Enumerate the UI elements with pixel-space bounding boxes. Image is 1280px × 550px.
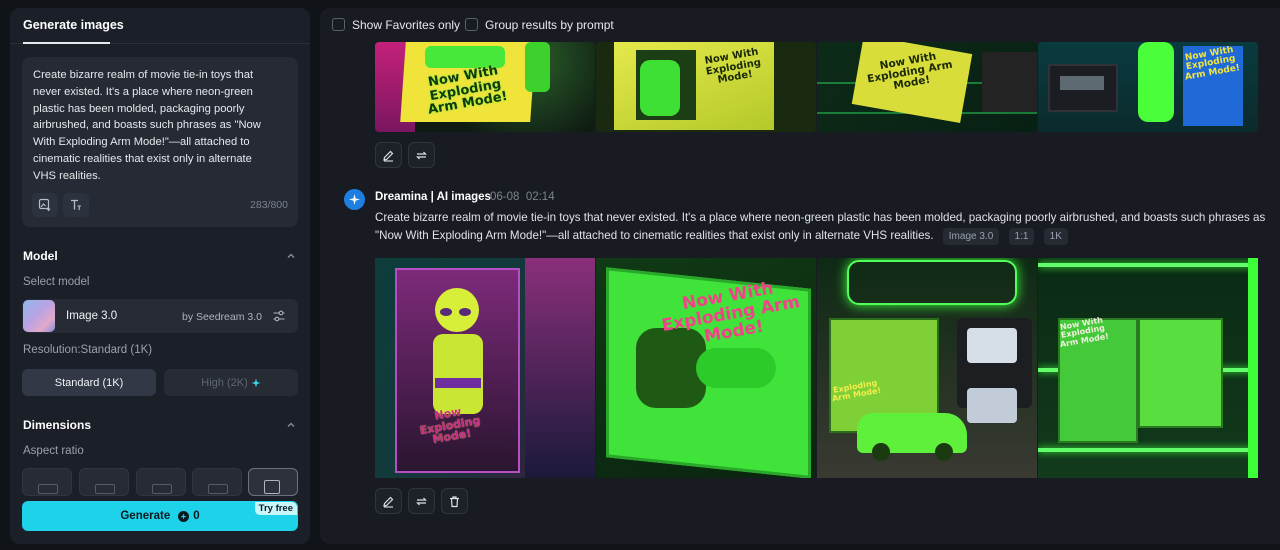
panel-tabbar: Generate images — [10, 8, 310, 44]
generated-image[interactable]: Now With Exploding Arm Mode! — [596, 258, 816, 478]
prompt-text[interactable]: Create bizarre realm of movie tie-in toy… — [33, 67, 273, 185]
sparkle-icon — [251, 378, 261, 387]
generated-image[interactable]: Now Exploding Mode! — [375, 258, 595, 478]
regenerate-icon — [416, 497, 427, 505]
model-tag: Image 3.0 — [942, 228, 1000, 245]
aspect-ratio-label: Aspect ratio — [23, 445, 84, 457]
model-name: Image 3.0 — [66, 310, 118, 322]
favorites-checkbox[interactable] — [332, 18, 345, 31]
resolution-tag: 1K — [1043, 228, 1068, 245]
text-style-button[interactable] — [63, 193, 89, 217]
resolution-standard-button[interactable]: Standard (1K) — [22, 369, 156, 396]
group-by-prompt-label[interactable]: Group results by prompt — [485, 18, 614, 32]
generation-date: 06-08 — [490, 191, 520, 203]
resolution-standard-label: Standard (1K) — [54, 376, 124, 389]
generate-label: Generate — [120, 510, 171, 522]
regenerate-button[interactable] — [408, 488, 435, 514]
text-icon — [71, 199, 81, 210]
results-panel: Show Favorites only Group results by pro… — [320, 8, 1280, 544]
generated-image[interactable]: Now With Exploding Arm Mode! — [375, 42, 595, 132]
resolution-high-label: High (2K) — [201, 376, 248, 389]
generated-image[interactable]: Now With Exploding Arm Mode! — [817, 42, 1037, 132]
regenerate-icon — [416, 151, 427, 159]
aspect-option[interactable] — [192, 468, 242, 496]
generated-image[interactable]: Exploding Arm Mode! — [817, 258, 1037, 478]
generate-cost: 0 — [193, 510, 200, 522]
generated-image[interactable]: Now With Exploding Arm Mode! — [1038, 258, 1258, 478]
edit-button[interactable] — [375, 488, 402, 514]
generation-time: 02:14 — [525, 191, 555, 203]
results-filter-bar: Show Favorites only Group results by pro… — [320, 8, 1280, 42]
chevron-up-icon[interactable] — [286, 420, 296, 430]
resolution-high-button[interactable]: High (2K) — [164, 369, 298, 396]
generate-button[interactable]: Generate 0 Try free — [22, 501, 298, 531]
edit-icon — [383, 150, 394, 162]
generation-prompt-text: Create bizarre realm of movie tie-in toy… — [375, 211, 1266, 242]
generate-panel: Generate images Create bizarre realm of … — [10, 8, 310, 544]
aspect-option[interactable] — [22, 468, 72, 496]
generation-timestamp: 06-08 02:14 — [490, 191, 555, 203]
settings-sliders-icon[interactable] — [272, 309, 286, 323]
generated-image[interactable]: Now With Exploding Mode! — [596, 42, 816, 132]
model-provider: by Seedream 3.0 — [182, 311, 262, 323]
delete-icon — [450, 495, 459, 507]
select-model-label: Select model — [23, 276, 90, 288]
tab-generate-images[interactable]: Generate images — [23, 18, 124, 32]
try-free-badge: Try free — [254, 502, 297, 515]
prompt-input[interactable]: Create bizarre realm of movie tie-in toy… — [22, 57, 298, 227]
delete-button[interactable] — [441, 488, 468, 514]
ratio-tag: 1:1 — [1008, 228, 1035, 245]
add-image-icon — [38, 198, 51, 211]
prompt-char-count: 283/800 — [250, 199, 288, 211]
author-name: Dreamina | AI images — [375, 191, 491, 203]
active-tab-indicator — [23, 42, 110, 44]
dreamina-logo-icon — [344, 189, 365, 210]
aspect-option-selected[interactable] — [248, 468, 298, 496]
chevron-up-icon[interactable] — [286, 251, 296, 261]
model-thumbnail — [23, 300, 55, 332]
regenerate-button[interactable] — [408, 142, 435, 168]
model-section-title: Model — [23, 249, 58, 263]
previous-generation-images: Now With Exploding Arm Mode! Now With Ex… — [375, 42, 1259, 132]
aspect-option[interactable] — [136, 468, 186, 496]
resolution-label: Resolution:Standard (1K) — [23, 344, 153, 356]
edit-button[interactable] — [375, 142, 402, 168]
model-selector[interactable]: Image 3.0 by Seedream 3.0 — [22, 299, 298, 333]
coin-icon — [178, 510, 190, 522]
generated-image[interactable]: Now With Exploding Arm Mode! — [1038, 42, 1258, 132]
dimensions-section-title: Dimensions — [23, 418, 92, 432]
aspect-option[interactable] — [79, 468, 129, 496]
generation-prompt[interactable]: Create bizarre realm of movie tie-in toy… — [375, 209, 1275, 245]
edit-icon — [383, 496, 394, 508]
group-by-prompt-checkbox[interactable] — [465, 18, 478, 31]
add-reference-image-button[interactable] — [32, 193, 58, 217]
favorites-label[interactable]: Show Favorites only — [352, 18, 460, 32]
